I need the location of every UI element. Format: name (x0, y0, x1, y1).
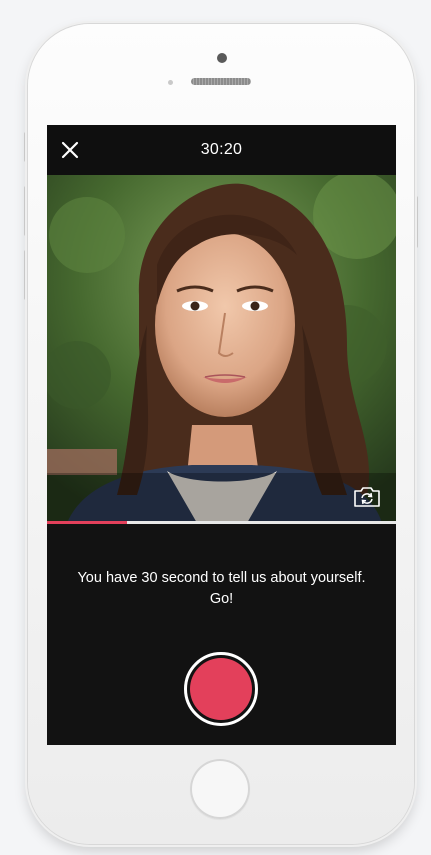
home-button[interactable] (190, 759, 250, 819)
earpiece-speaker (191, 78, 251, 85)
recording-progress-bar (47, 521, 396, 524)
camera-preview (47, 175, 396, 523)
mockup-stage: 30:20 You have 30 second to tell us abou… (0, 0, 431, 855)
camera-controls-overlay (47, 473, 396, 523)
switch-camera-button[interactable] (352, 485, 382, 509)
app-screen: 30:20 You have 30 second to tell us abou… (47, 125, 396, 745)
top-bar: 30:20 (47, 125, 396, 175)
camera-feed-image (47, 175, 396, 523)
front-camera (217, 53, 227, 63)
record-icon (190, 658, 252, 720)
proximity-sensor (168, 80, 173, 85)
prompt-text: You have 30 second to tell us about your… (77, 570, 366, 607)
recording-timer: 30:20 (200, 141, 243, 158)
switch-camera-icon (354, 487, 380, 507)
power-button (414, 196, 418, 248)
recording-progress-fill (47, 521, 128, 524)
record-button[interactable] (184, 652, 258, 726)
